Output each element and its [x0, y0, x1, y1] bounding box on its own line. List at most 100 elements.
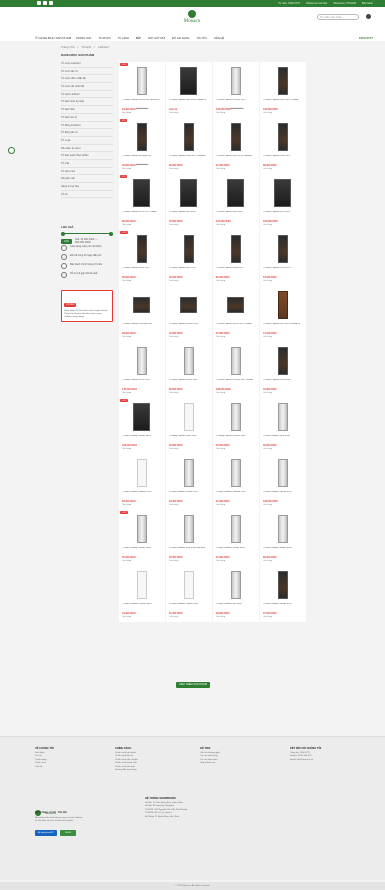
product-name[interactable]: Tủ đông Liebherr SGNef 3036	[216, 435, 256, 443]
product-card[interactable]: Tủ lạnh Liebherr SGNef 3036 51.900.000đ Cò…	[213, 510, 259, 566]
product-card[interactable]: Tủ rượu Liebherr WTpes 5972 Vinidor 168.0…	[213, 342, 259, 398]
product-image[interactable]	[223, 402, 248, 432]
hotline[interactable]: 1900 6727	[359, 36, 373, 40]
product-name[interactable]: Tủ lạnh Liebherr SKBbs 4210	[263, 603, 303, 611]
product-card[interactable]: Tủ rượu Liebherr WKEes 553 42.900.000đ Còn…	[166, 286, 212, 342]
nav-item[interactable]: MÁY HÚT MÙI	[148, 37, 165, 40]
nav-item[interactable]: TRANG CHỦ	[76, 37, 91, 40]
breadcrumb-link[interactable]: Trang chủ	[61, 45, 74, 49]
product-card[interactable]: Tủ rượu Liebherr WKt 5552 GrandCru Liên h…	[166, 62, 212, 118]
category-item[interactable]: Tủ rượu đơn nhiệt độ	[61, 75, 113, 84]
product-image[interactable]	[176, 122, 201, 152]
category-item[interactable]: Tủ lạnh Liebherr	[61, 91, 113, 99]
facebook-icon[interactable]	[37, 1, 41, 5]
nav-item[interactable]: TỦ RƯỢU	[98, 37, 110, 40]
product-name[interactable]: Tủ rượu Liebherr WKt 4552	[169, 211, 209, 219]
top-contact-link[interactable]: Showroom Hà Nội	[306, 2, 327, 5]
product-image[interactable]	[176, 66, 201, 96]
product-name[interactable]: Tủ rượu Liebherr WKb 4212	[216, 267, 256, 275]
product-card[interactable]: Tủ rượu Liebherr WKr 4211 Vinothek 61.500…	[213, 118, 259, 174]
product-name[interactable]: Tủ rượu Liebherr WTb 4212 Vinidor	[122, 211, 162, 219]
filter-button[interactable]: LỌC	[61, 238, 73, 244]
product-card[interactable]: Tủ rượu Liebherr WKt 4552 75.900.000đ Còn …	[166, 174, 212, 230]
product-card[interactable]: Tủ rượu Liebherr WPbl 5001 79.900.000đ Còn…	[260, 342, 306, 398]
footer-link[interactable]: Hướng dẫn mua hàng	[115, 769, 138, 772]
product-name[interactable]: Tủ rượu Liebherr WTb 5512	[263, 211, 303, 219]
product-card[interactable]: Tủ rượu Liebherr WTes 1672 Vinidor 57.900…	[213, 286, 259, 342]
product-card[interactable]: -8% Tủ rượu Liebherr WKEgb 582 46.900.000đ…	[119, 118, 165, 174]
product-name[interactable]: Tủ lạnh Liebherr SKBes 4380	[122, 547, 162, 555]
product-image[interactable]	[176, 402, 201, 432]
product-card[interactable]: Tủ rượu Liebherr WKb 4212 66.900.000đ Còn …	[213, 230, 259, 286]
youtube-icon[interactable]	[43, 1, 47, 5]
dmca-badge[interactable]: DMCA	[60, 830, 76, 836]
product-card[interactable]: -15% Tủ lạnh Liebherr SBSes 8483 219.000.0…	[119, 398, 165, 454]
product-image[interactable]	[270, 234, 295, 264]
product-image[interactable]	[176, 234, 201, 264]
product-card[interactable]: -5% Tủ rượu Liebherr WTb 4212 Vinidor 98.0…	[119, 174, 165, 230]
product-image[interactable]	[129, 458, 154, 488]
product-name[interactable]: Tủ lạnh Liebherr SFNsfe 5227	[169, 491, 209, 499]
product-name[interactable]: Tủ lạnh Liebherr CNPesf 4613	[122, 603, 162, 611]
product-card[interactable]: Tủ lạnh Liebherr SRBsfe 5220 62.900.000đ C…	[119, 454, 165, 510]
product-card[interactable]: -12% Tủ rượu Liebherr WKb 3212 59.900.000đ…	[119, 230, 165, 286]
product-card[interactable]: -10% Tủ lạnh Liebherr SKBes 4380 55.000.00…	[119, 510, 165, 566]
product-image[interactable]	[129, 570, 154, 600]
product-image[interactable]	[270, 290, 295, 320]
product-image[interactable]	[270, 570, 295, 600]
product-name[interactable]: Tủ rượu Liebherr WTes 5972	[122, 379, 162, 387]
nav-item[interactable]: BẾP	[136, 37, 141, 40]
product-card[interactable]: Tủ đông Liebherr SGNef 3036 52.000.000đ Cò…	[213, 398, 259, 454]
product-name[interactable]: Tủ rượu Liebherr UWTgb 1682	[122, 323, 162, 331]
nav-item[interactable]: TỦ LẠNH	[118, 37, 129, 40]
product-name[interactable]: Tủ lạnh Liebherr SKef 4260	[263, 435, 303, 443]
product-card[interactable]: Tủ rượu Liebherr WKes 4552 86.500.000đ Còn…	[166, 342, 212, 398]
product-card[interactable]: Tủ lạnh Liebherr SKef 4260 49.500.000đ Còn…	[260, 398, 306, 454]
all-categories-button[interactable]: ☰ DANH MỤC SẢN PHẨM	[35, 36, 71, 40]
product-name[interactable]: Tủ lạnh Liebherr SKef 4260 BioFresh	[169, 547, 209, 555]
product-name[interactable]: Tủ rượu Liebherr WTes 1672 Vinidor	[216, 323, 256, 331]
product-card[interactable]: Tủ lạnh Liebherr CBNes 6256 81.000.000đ Cò…	[166, 566, 212, 622]
slider-min-handle[interactable]	[61, 231, 65, 236]
product-image[interactable]	[223, 458, 248, 488]
product-image[interactable]	[129, 122, 154, 152]
product-name[interactable]: Tủ lạnh Liebherr SGNef 3036	[216, 547, 256, 555]
category-item[interactable]: Tủ lạnh side by side	[61, 98, 113, 107]
logo[interactable]: Monaco	[172, 10, 212, 30]
category-item[interactable]: Tủ mát	[61, 160, 113, 168]
product-name[interactable]: Tủ rượu Liebherr WKt 4551 GrandCru	[263, 323, 303, 331]
product-name[interactable]: Tủ rượu Liebherr WKEes 553	[169, 323, 209, 331]
product-card[interactable]: Tủ rượu Liebherr WTes 1672 54.000.000đ Còn…	[260, 230, 306, 286]
product-image[interactable]	[223, 234, 248, 264]
category-item[interactable]: Tủ xì gà	[61, 137, 113, 145]
product-image[interactable]	[270, 66, 295, 96]
product-image[interactable]	[176, 290, 201, 320]
product-image[interactable]	[176, 346, 201, 376]
product-image[interactable]	[129, 346, 154, 376]
product-card[interactable]: Tủ rượu Liebherr WKb 1812 38.900.000đ Còn …	[260, 118, 306, 174]
category-item[interactable]: Tủ đông âm tủ	[61, 129, 113, 137]
product-image[interactable]	[223, 346, 248, 376]
category-item[interactable]: Tủ lạnh âm tủ	[61, 114, 113, 122]
category-item[interactable]: Hàng trưng bày	[61, 183, 113, 191]
category-item[interactable]: Phụ kiện tủ rượu	[61, 145, 113, 153]
social-links[interactable]	[37, 1, 53, 5]
product-card[interactable]: Tủ rượu Liebherr WTes 5972 145.000.000đ Cò…	[119, 342, 165, 398]
product-card[interactable]: Tủ rượu Liebherr WTpes 5972 159.000.000đ 1…	[213, 62, 259, 118]
nav-item[interactable]: ĐỒ GIA DỤNG	[172, 37, 189, 40]
product-card[interactable]: Tủ lạnh Liebherr SKBbs 4210 47.500.000đ Cò…	[260, 566, 306, 622]
category-item[interactable]: Tủ đông Liebherr	[61, 122, 113, 130]
product-image[interactable]	[176, 178, 201, 208]
product-card[interactable]: Tủ rượu Liebherr WTb 5512 102.000.000đ Còn…	[260, 174, 306, 230]
product-image[interactable]	[176, 570, 201, 600]
product-image[interactable]	[270, 178, 295, 208]
zalo-icon[interactable]	[49, 1, 53, 5]
product-name[interactable]: Tủ rượu Liebherr WKt 5552 GrandCru	[169, 99, 209, 107]
product-name[interactable]: Tủ lạnh Liebherr IKB 3560	[216, 603, 256, 611]
product-name[interactable]: Tủ lạnh Liebherr SRBsfe 5220	[122, 491, 162, 499]
category-item[interactable]: Tủ rượu đa nhiệt độ	[61, 83, 113, 91]
bct-certificate-badge[interactable]: Đã thông báo BCT	[35, 830, 57, 836]
nav-item[interactable]: LIÊN HỆ	[214, 37, 224, 40]
load-more-button[interactable]: XEM THÊM SẢN PHẨM	[176, 682, 210, 688]
product-card[interactable]: Tủ rượu Liebherr WKt 4551 GrandCru 71.000…	[260, 286, 306, 342]
